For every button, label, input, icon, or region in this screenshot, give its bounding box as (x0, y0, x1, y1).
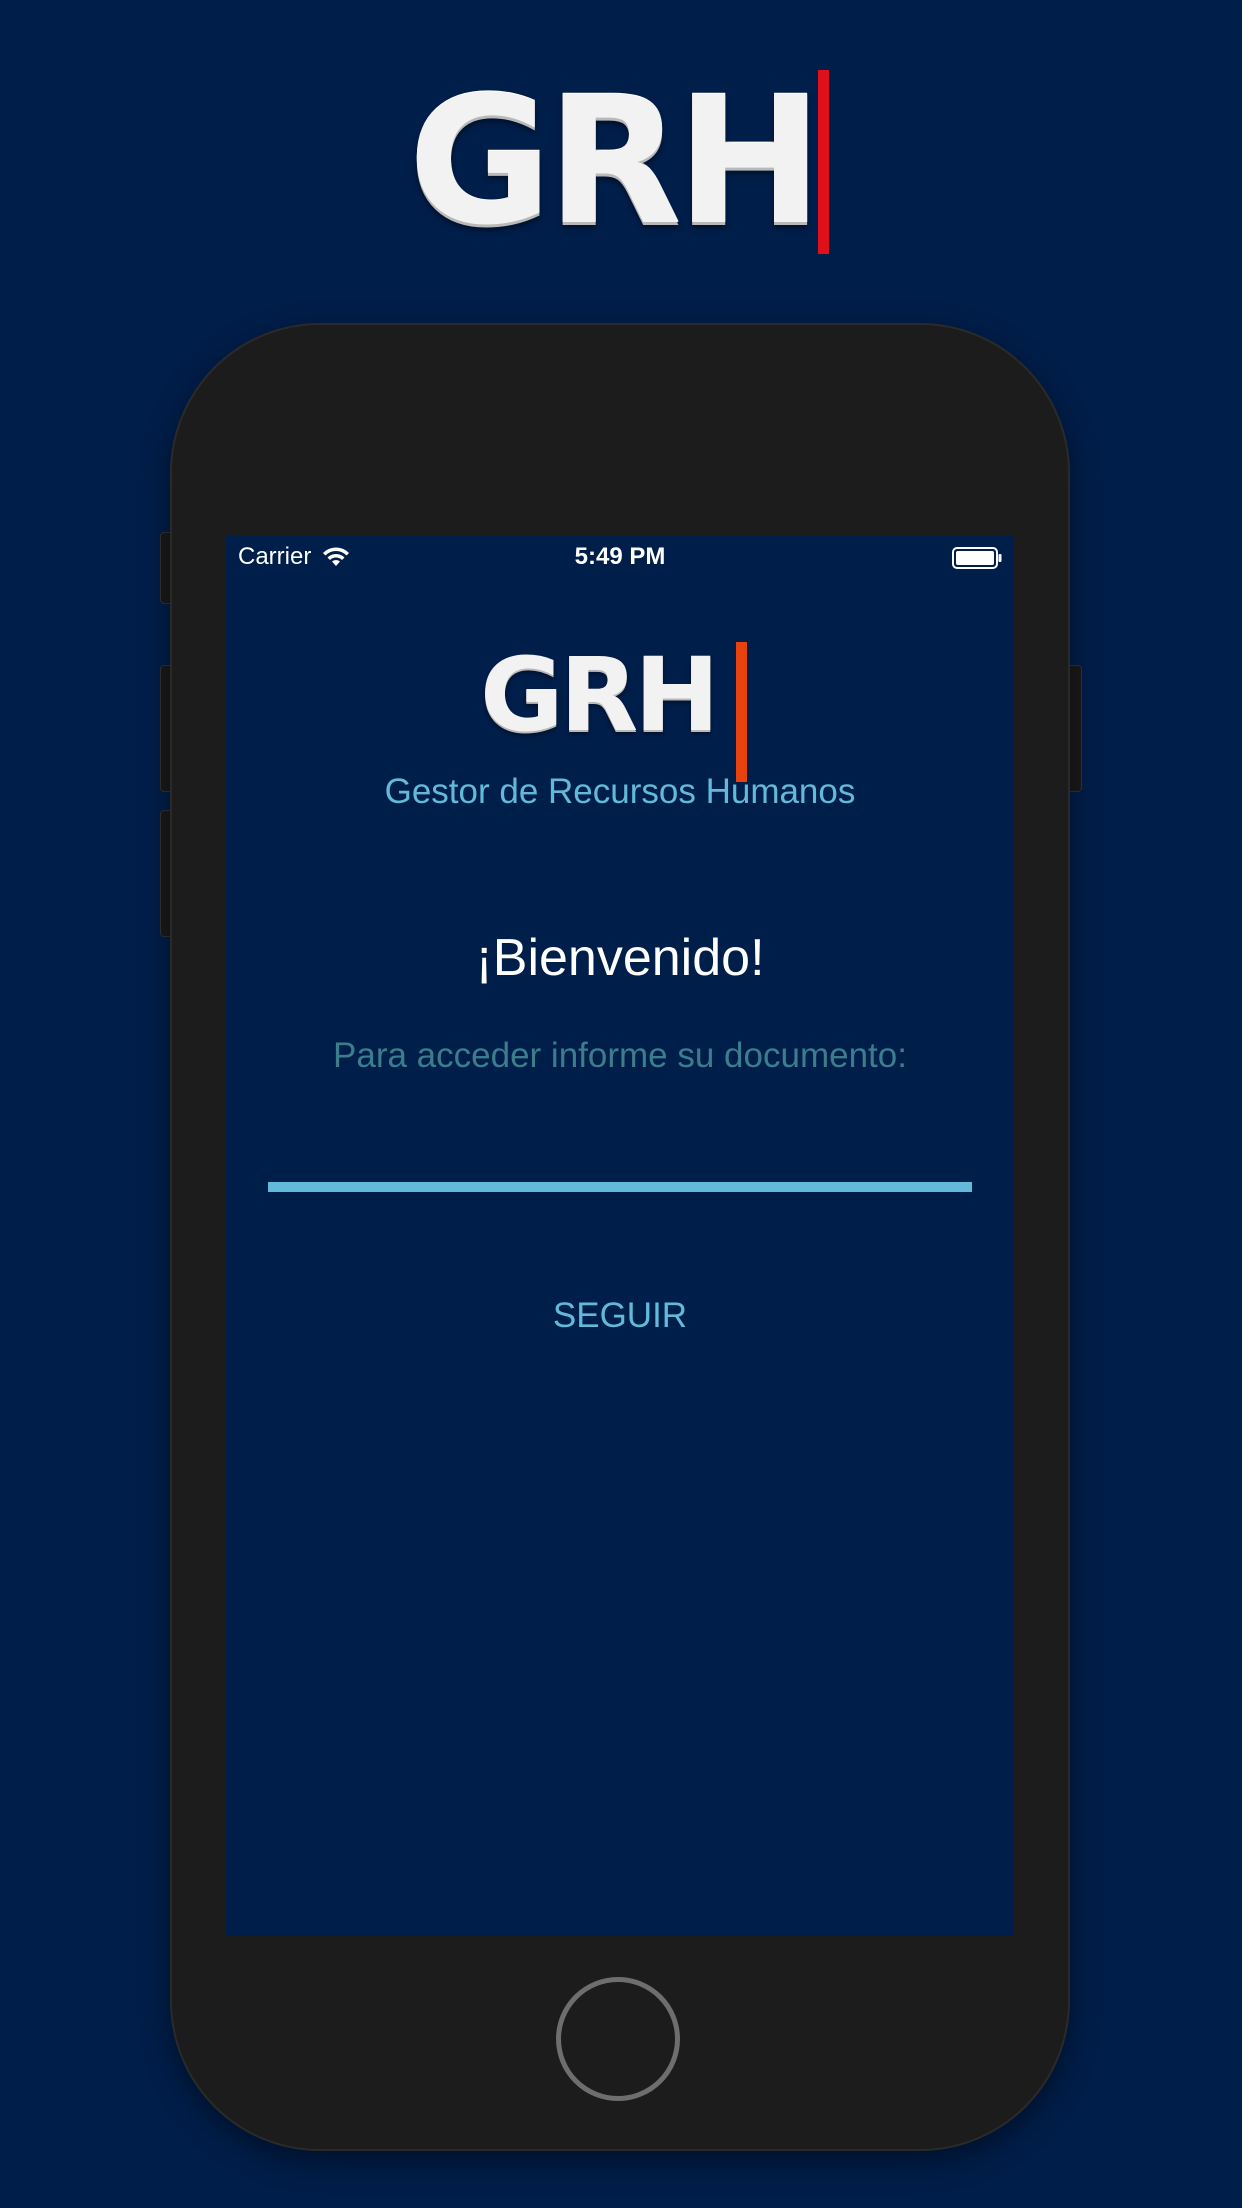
app-logo-text: GRH (480, 636, 720, 755)
home-button[interactable] (556, 1977, 680, 2101)
continue-button[interactable]: SEGUIR (520, 1288, 720, 1344)
battery-full-icon (952, 547, 1002, 569)
status-bar: Carrier 5:49 PM (226, 536, 1014, 578)
promo-logo-bar (818, 70, 829, 254)
welcome-heading: ¡Bienvenido! (475, 929, 765, 987)
app-subtitle: Gestor de Recursos Humanos (384, 772, 856, 811)
promo-logo: GRH (400, 60, 840, 260)
status-time: 5:49 PM (574, 543, 666, 570)
app-logo: GRH (476, 622, 766, 782)
phone-screen: Carrier 5:49 PM GRH Gestor de Recursos H… (226, 536, 1014, 1936)
app-logo-bar (736, 642, 747, 782)
document-prompt: Para acceder informe su documento: (333, 1036, 907, 1075)
promo-logo-text: GRH (408, 59, 823, 264)
document-input[interactable] (268, 1116, 972, 1192)
